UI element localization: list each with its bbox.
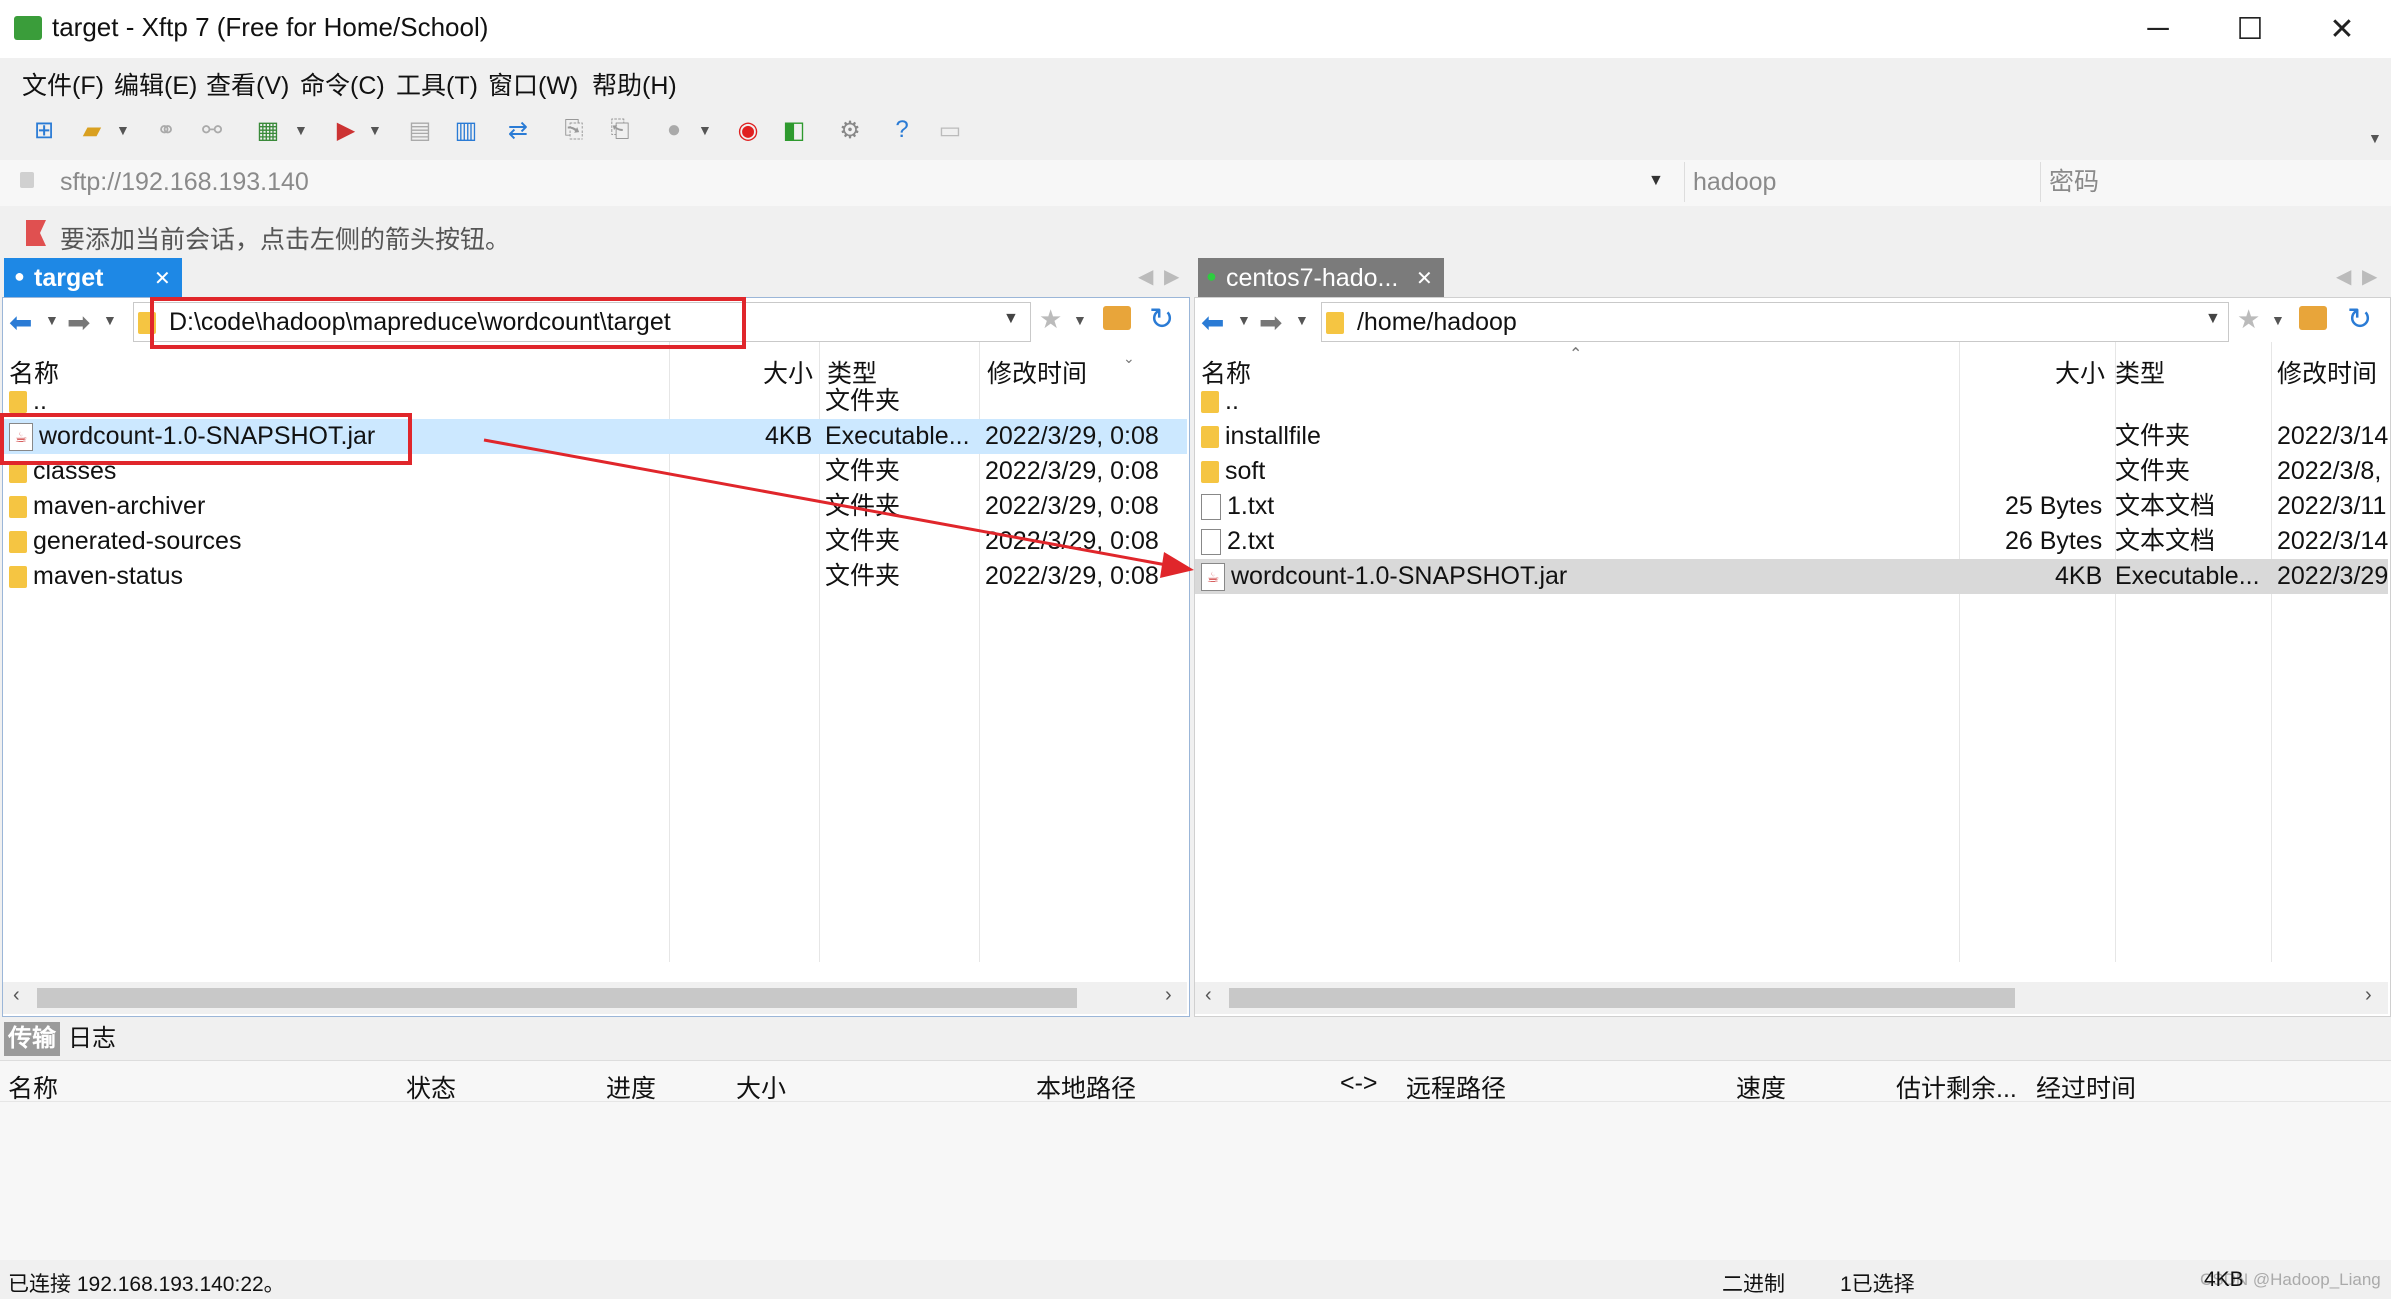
column-direction[interactable]: <-> bbox=[1340, 1069, 1378, 1098]
tab-transfer[interactable]: 传输 bbox=[4, 1022, 60, 1056]
selection-count: 1已选择 bbox=[1840, 1273, 1915, 1296]
column-name[interactable]: 名称 bbox=[8, 1069, 58, 1105]
tab-log[interactable]: 日志 bbox=[68, 1022, 116, 1056]
column-eta[interactable]: 估计剩余... bbox=[1896, 1069, 2017, 1105]
transfer-mode: 二进制 bbox=[1722, 1273, 1785, 1296]
column-remote-path[interactable]: 远程路径 bbox=[1406, 1069, 1506, 1105]
column-status[interactable]: 状态 bbox=[406, 1069, 456, 1105]
transfer-list bbox=[0, 1102, 2391, 1262]
column-speed[interactable]: 速度 bbox=[1736, 1069, 1786, 1105]
column-local-path[interactable]: 本地路径 bbox=[1036, 1069, 1136, 1105]
status-bar: 已连接 192.168.193.140:22。 二进制 1已选择 CSDN @H… bbox=[0, 1260, 2391, 1299]
column-progress[interactable]: 进度 bbox=[606, 1069, 656, 1105]
selection-size: 4KB bbox=[2204, 1268, 2244, 1291]
column-size[interactable]: 大小 bbox=[736, 1069, 786, 1105]
column-elapsed[interactable]: 经过时间 bbox=[2036, 1069, 2136, 1105]
connection-status: 已连接 192.168.193.140:22。 bbox=[8, 1273, 285, 1296]
transfer-panel: 传输 日志 名称 状态 进度 大小 本地路径 <-> 远程路径 速度 估计剩余.… bbox=[0, 1018, 2391, 1264]
transfer-header: 名称 状态 进度 大小 本地路径 <-> 远程路径 速度 估计剩余... 经过时… bbox=[0, 1060, 2391, 1105]
